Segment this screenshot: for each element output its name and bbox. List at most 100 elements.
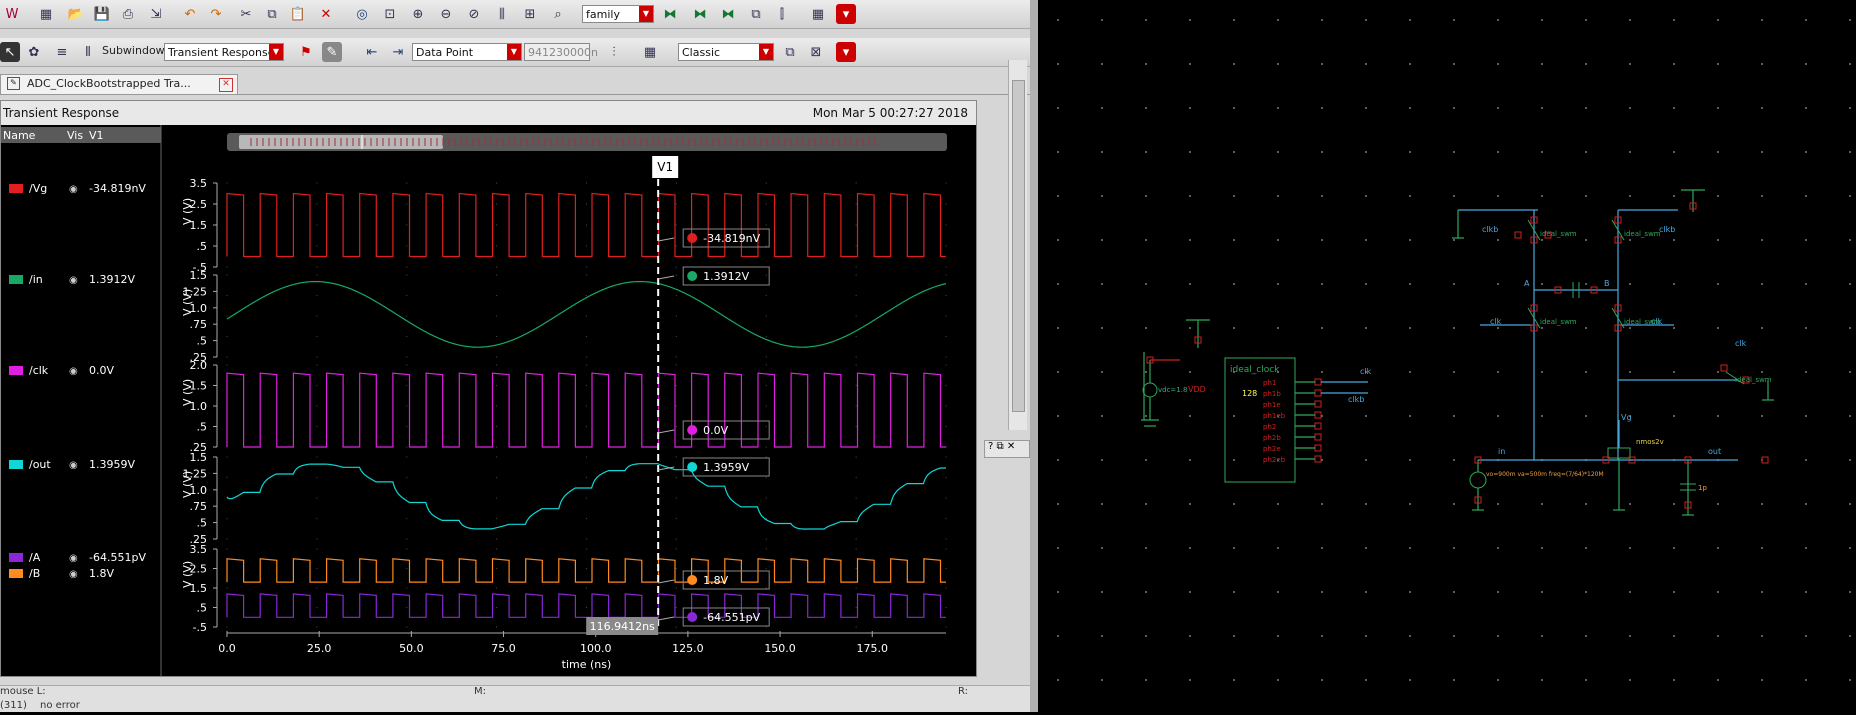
- legend-signal-name[interactable]: /A: [29, 551, 41, 564]
- save-icon[interactable]: 💾: [92, 4, 112, 24]
- zoom-in-icon[interactable]: ⊕: [408, 4, 428, 24]
- legend-swatch[interactable]: [9, 184, 23, 193]
- float-icon[interactable]: ⧉: [997, 441, 1004, 452]
- zoom-out-icon[interactable]: ⊖: [436, 4, 456, 24]
- schematic-canvas[interactable]: vdc=1.8 VDD ideal_clock 128 ph1 ph1b ph1e ph1eb…: [1038, 0, 1856, 712]
- close-icon[interactable]: ✕: [219, 78, 233, 92]
- legend-swatch[interactable]: [9, 553, 23, 562]
- marker-dot[interactable]: [687, 271, 698, 281]
- layout-rows-icon[interactable]: ≡: [52, 42, 72, 62]
- subwindow-combo[interactable]: Transient Response ▼: [164, 43, 284, 61]
- eye-icon[interactable]: ◉: [69, 460, 78, 471]
- zoom-y-icon[interactable]: ⫼: [492, 4, 512, 24]
- series-line[interactable]: [226, 463, 946, 530]
- annotation-icon[interactable]: ✎: [322, 42, 342, 62]
- legend-swatch[interactable]: [9, 569, 23, 578]
- zoom-fit-icon[interactable]: ◎: [352, 4, 372, 24]
- pointer-icon[interactable]: ↖: [0, 42, 20, 62]
- style-combo[interactable]: Classic ▼: [678, 43, 774, 61]
- legend-signal-name[interactable]: /clk: [29, 364, 49, 377]
- marker-dot[interactable]: [687, 233, 698, 243]
- vdd-source-symbol[interactable]: [1142, 382, 1158, 398]
- open-folder-icon[interactable]: 📂: [66, 4, 86, 24]
- stamp-icon[interactable]: ✿: [24, 42, 44, 62]
- ideal-clock-pin[interactable]: [1314, 433, 1322, 441]
- flag-icon[interactable]: ⚑: [296, 42, 316, 62]
- plot-overlay-icon[interactable]: ⧓: [690, 4, 710, 24]
- legend-signal-name[interactable]: /in: [29, 273, 43, 286]
- legend-signal-name[interactable]: /B: [29, 567, 40, 580]
- pin[interactable]: [1514, 231, 1522, 239]
- window-separator[interactable]: [1030, 0, 1038, 712]
- marker-dot[interactable]: [687, 575, 698, 585]
- ideal-clock-pin[interactable]: [1314, 422, 1322, 430]
- family-combo[interactable]: family ▼: [582, 5, 654, 23]
- help-icon[interactable]: ?: [988, 441, 993, 452]
- grid-dot: [1717, 327, 1719, 329]
- print-icon[interactable]: ⎙: [118, 4, 138, 24]
- close-icon[interactable]: ✕: [1007, 441, 1015, 452]
- waveform-icon[interactable]: W: [2, 4, 22, 24]
- layout-cols-icon[interactable]: ⫴: [78, 42, 98, 62]
- series-line[interactable]: [226, 558, 946, 583]
- window-icon[interactable]: ⧉: [780, 42, 800, 62]
- export-icon[interactable]: ⇲: [146, 4, 166, 24]
- cut-icon[interactable]: ✂: [236, 4, 256, 24]
- zoom-box-icon[interactable]: ⊡: [380, 4, 400, 24]
- ideal-clock-pin[interactable]: [1314, 411, 1322, 419]
- legend-signal-name[interactable]: /Vg: [29, 182, 47, 195]
- grid-dot: [316, 456, 318, 458]
- input-source-symbol[interactable]: [1469, 471, 1487, 489]
- dock-menu-icon[interactable]: ▾: [836, 4, 856, 24]
- pin[interactable]: [1720, 364, 1728, 372]
- eye-icon[interactable]: ◉: [69, 275, 78, 286]
- eye-icon[interactable]: ◉: [69, 366, 78, 377]
- dock-menu-icon[interactable]: ▾: [836, 42, 856, 62]
- bar-chart-icon[interactable]: ⫶: [604, 42, 624, 62]
- ideal-clock-pin[interactable]: [1314, 455, 1322, 463]
- undo-icon[interactable]: ↶: [180, 4, 200, 24]
- marker-dot[interactable]: [687, 462, 698, 472]
- window-close-icon[interactable]: ⊠: [806, 42, 826, 62]
- marker-dot[interactable]: [687, 612, 698, 622]
- ideal-clock-pin[interactable]: [1314, 444, 1322, 452]
- ideal-clock-pin[interactable]: [1314, 389, 1322, 397]
- marker-dot[interactable]: [687, 425, 698, 435]
- grid-dot: [1365, 503, 1367, 505]
- series-line[interactable]: [226, 593, 946, 618]
- legend-swatch[interactable]: [9, 460, 23, 469]
- marker-value-field[interactable]: 941230000n: [524, 43, 598, 61]
- series-line[interactable]: [226, 372, 946, 448]
- vertical-scrollbar[interactable]: [1008, 60, 1027, 430]
- eye-icon[interactable]: ◉: [69, 569, 78, 580]
- ideal-clock-pin[interactable]: [1314, 400, 1322, 408]
- marker-next-icon[interactable]: ⇥: [388, 42, 408, 62]
- plot-mode-icon[interactable]: ⫿: [772, 4, 792, 24]
- grid-layout-icon[interactable]: ▦: [36, 4, 56, 24]
- eye-icon[interactable]: ◉: [69, 184, 78, 195]
- marker-mode-combo[interactable]: Data Point ▼: [412, 43, 522, 61]
- scrollbar-thumb[interactable]: [1012, 80, 1025, 412]
- marker-prev-icon[interactable]: ⇤: [362, 42, 382, 62]
- waveform-plot[interactable]: Name Vis V1/Vg ◉ -34.819nV/in ◉ 1.3912V/clk ◉ 0.…: [1, 125, 976, 676]
- series-line[interactable]: [226, 281, 947, 348]
- eye-icon[interactable]: ◉: [69, 553, 78, 564]
- table-view-icon[interactable]: ▦: [808, 4, 828, 24]
- zoom-area-icon[interactable]: ⊞: [520, 4, 540, 24]
- delete-icon[interactable]: ✕: [316, 4, 336, 24]
- plot-tile-icon[interactable]: ⧉: [746, 4, 766, 24]
- legend-signal-name[interactable]: /out: [29, 458, 51, 471]
- legend-swatch[interactable]: [9, 275, 23, 284]
- search-icon[interactable]: ⌕: [548, 4, 568, 24]
- plot-family-icon[interactable]: ⧓: [660, 4, 680, 24]
- legend-swatch[interactable]: [9, 366, 23, 375]
- nmos-symbol[interactable]: [1607, 447, 1631, 459]
- redo-icon[interactable]: ↷: [206, 4, 226, 24]
- plot-strip-icon[interactable]: ⧓: [718, 4, 738, 24]
- zoom-x-icon[interactable]: ⊘: [464, 4, 484, 24]
- calculator-icon[interactable]: ▦: [640, 42, 660, 62]
- tab-adc-clock-bootstrapped[interactable]: ✎ ADC_ClockBootstrapped Tra... ✕: [0, 74, 238, 94]
- ideal-clock-pin[interactable]: [1314, 378, 1322, 386]
- copy-icon[interactable]: ⧉: [262, 4, 282, 24]
- paste-icon[interactable]: 📋: [288, 4, 308, 24]
